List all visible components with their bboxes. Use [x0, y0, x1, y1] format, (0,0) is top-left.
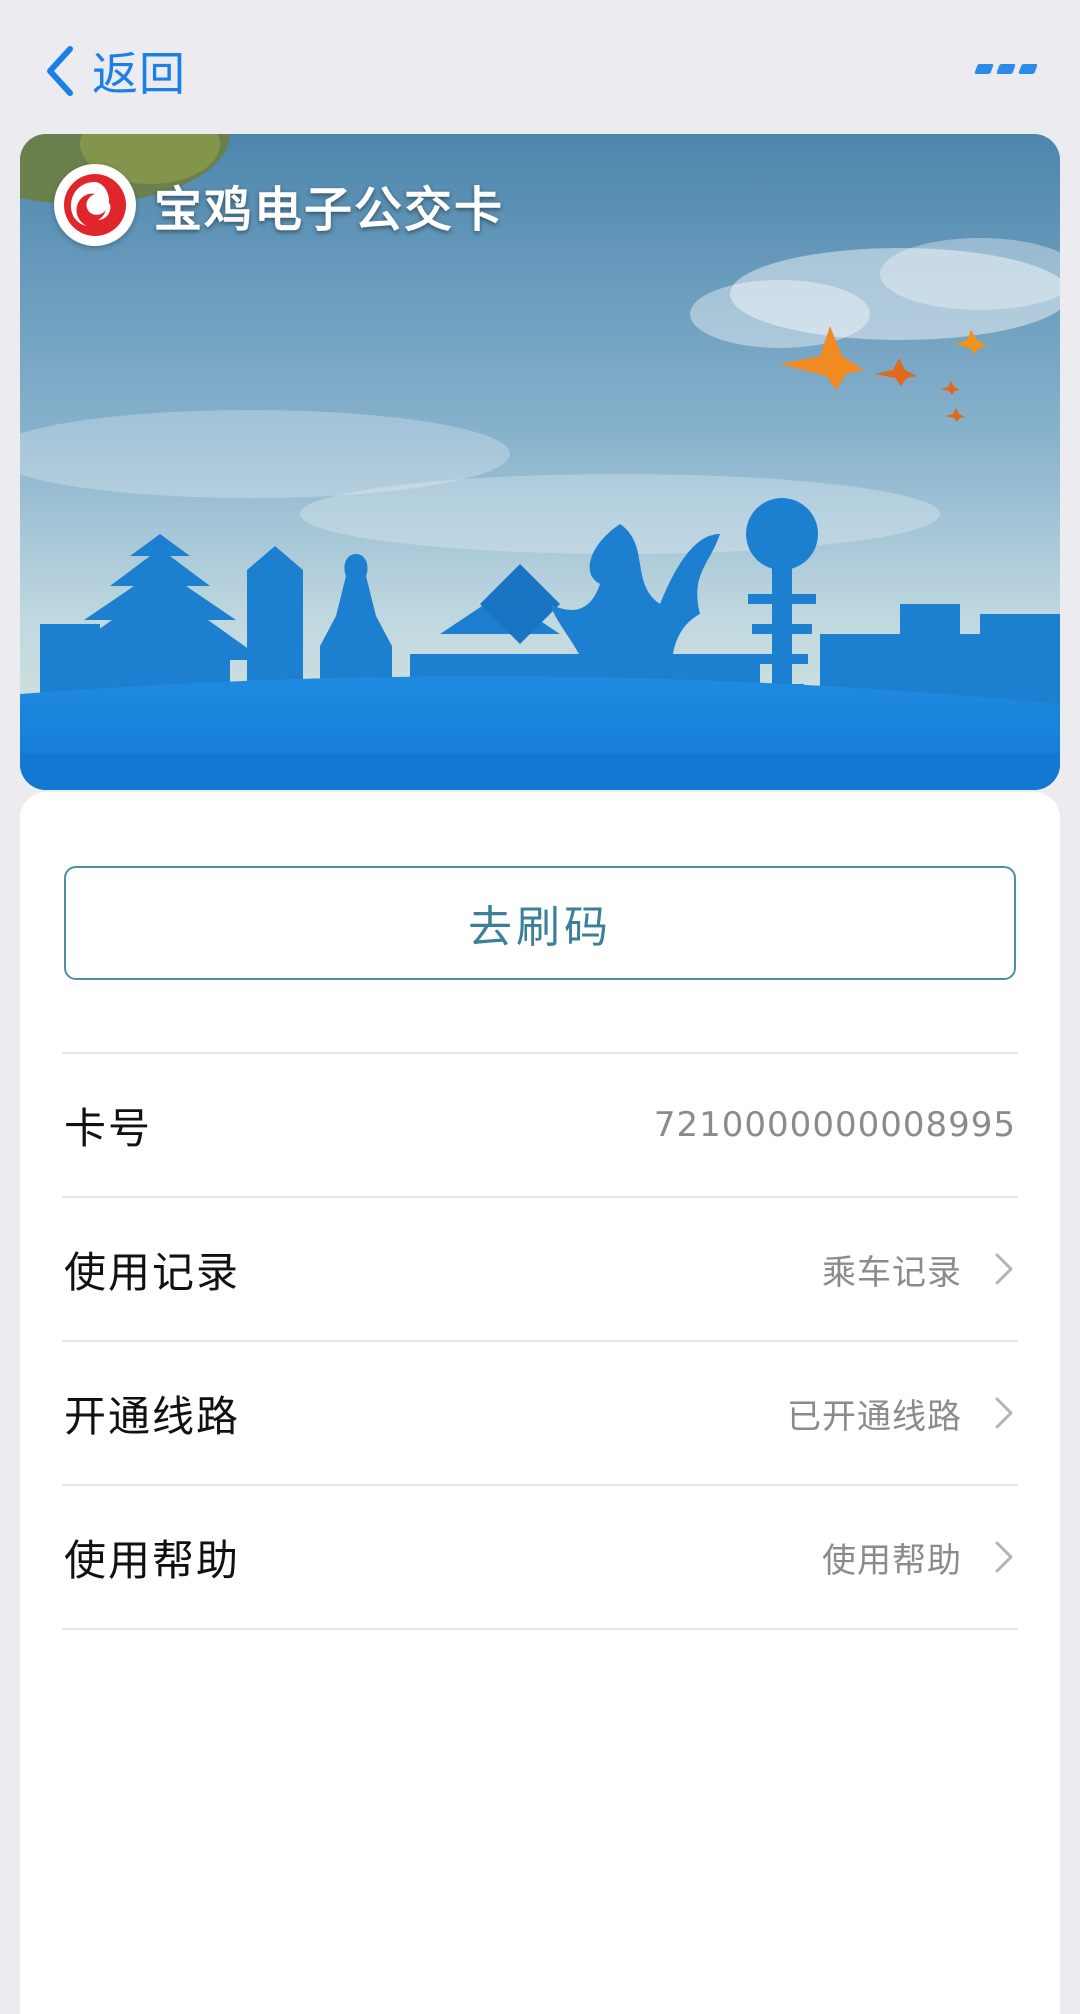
- opened-routes-right: 已开通线路: [787, 1389, 1018, 1438]
- card-number-row: 卡号 7210000000008995: [62, 1054, 1018, 1196]
- chevron-left-icon: [47, 46, 73, 96]
- scan-code-button[interactable]: 去刷码: [64, 866, 1016, 980]
- usage-help-right: 使用帮助: [822, 1533, 1018, 1582]
- opened-routes-label: 开通线路: [64, 1391, 241, 1441]
- more-button[interactable]: [974, 56, 1038, 82]
- usage-records-label: 使用记录: [64, 1247, 241, 1297]
- opened-routes-row[interactable]: 开通线路 已开通线路: [62, 1342, 1018, 1484]
- more-icon-dot: [1018, 64, 1038, 74]
- chevron-right-icon: [995, 1253, 1013, 1285]
- chevron-right-icon: [995, 1397, 1013, 1429]
- back-button[interactable]: 返回: [40, 38, 186, 104]
- nav-bar: 返回: [0, 0, 1080, 134]
- card-title: 宝鸡电子公交卡: [154, 182, 505, 238]
- divider: [62, 1628, 1018, 1630]
- card-details-panel: 去刷码 卡号 7210000000008995 使用记录 乘车记录 开通线路 已…: [20, 792, 1060, 2014]
- usage-help-link[interactable]: 使用帮助: [822, 1533, 962, 1582]
- opened-routes-link[interactable]: 已开通线路: [787, 1389, 962, 1438]
- baoji-logo: [54, 164, 136, 246]
- more-icon: [974, 64, 994, 74]
- usage-records-row[interactable]: 使用记录 乘车记录: [62, 1198, 1018, 1340]
- logo-swirl-icon: [64, 174, 126, 236]
- usage-help-label: 使用帮助: [64, 1535, 241, 1585]
- usage-help-row[interactable]: 使用帮助 使用帮助: [62, 1486, 1018, 1628]
- back-label: 返回: [92, 47, 186, 101]
- chevron-right-icon: [995, 1541, 1013, 1573]
- more-icon-dot: [996, 64, 1016, 74]
- bus-card: 宝鸡电子公交卡: [20, 134, 1060, 790]
- page: 返回 宝鸡电子公交卡 去刷码 卡号 7210000000008995 使用记录 …: [0, 0, 1080, 2014]
- usage-records-right: 乘车记录: [822, 1245, 1018, 1294]
- card-header: 宝鸡电子公交卡: [54, 164, 504, 246]
- card-number-value: 7210000000008995: [653, 1105, 1016, 1145]
- ride-records-link[interactable]: 乘车记录: [822, 1245, 962, 1294]
- card-number-label: 卡号: [64, 1103, 153, 1153]
